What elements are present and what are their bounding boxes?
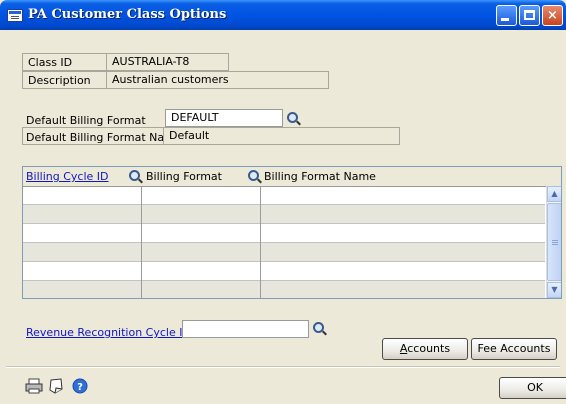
default-billing-format-name-field: Default: [163, 127, 400, 145]
class-id-label: Class ID: [28, 56, 73, 69]
table-row[interactable]: [23, 243, 545, 262]
cell-billing-cycle-id[interactable]: [23, 281, 142, 298]
help-glyph: ?: [77, 382, 83, 393]
cell-billing-format-name[interactable]: [261, 281, 545, 298]
maximize-icon: [524, 10, 535, 20]
revenue-recognition-cycle-id-field[interactable]: [182, 320, 309, 338]
cell-billing-cycle-id[interactable]: [23, 262, 142, 281]
cell-billing-cycle-id[interactable]: [23, 186, 142, 205]
class-id-field: AUSTRALIA-T8: [106, 53, 229, 71]
cell-billing-cycle-id[interactable]: [23, 224, 142, 243]
column-header-billing-cycle-id[interactable]: Billing Cycle ID: [26, 170, 109, 183]
note-icon[interactable]: [47, 377, 65, 395]
cell-billing-format[interactable]: [142, 281, 261, 298]
cell-billing-format[interactable]: [142, 186, 261, 205]
table-row[interactable]: [23, 205, 545, 224]
billing-format-column-lookup-button[interactable]: [245, 168, 262, 185]
scroll-down-button[interactable]: ▼: [547, 282, 561, 298]
lookup-icon: [248, 170, 259, 181]
title-bar[interactable]: PA Customer Class Options ×: [0, 0, 566, 30]
close-button[interactable]: ×: [542, 5, 563, 26]
maximize-button[interactable]: [519, 5, 540, 26]
cell-billing-format[interactable]: [142, 224, 261, 243]
description-field: Australian customers: [106, 71, 329, 89]
grid-vertical-scrollbar[interactable]: ▲ ▼: [546, 186, 561, 298]
cell-billing-format-name[interactable]: [261, 205, 545, 224]
print-icon[interactable]: [25, 378, 43, 394]
table-row[interactable]: [23, 186, 545, 205]
revenue-recognition-cycle-id-link[interactable]: Revenue Recognition Cycle ID: [26, 326, 191, 339]
accounts-button[interactable]: Accounts: [382, 338, 468, 360]
cell-billing-cycle-id[interactable]: [23, 205, 142, 224]
cell-billing-format[interactable]: [142, 205, 261, 224]
scroll-thumb[interactable]: [547, 203, 561, 281]
default-billing-format-name-label: Default Billing Format Name: [26, 131, 182, 144]
lookup-icon: [313, 322, 324, 333]
minimize-icon: [501, 18, 509, 21]
window-title: PA Customer Class Options: [28, 7, 227, 22]
column-header-billing-format-name: Billing Format Name: [264, 170, 376, 183]
footer-divider: [6, 366, 560, 368]
table-row[interactable]: [23, 262, 545, 281]
billing-cycle-grid: Billing Cycle ID Billing Format Billing …: [22, 166, 562, 299]
default-billing-format-label: Default Billing Format: [26, 114, 146, 127]
lookup-icon: [287, 112, 298, 123]
scroll-up-button[interactable]: ▲: [547, 186, 561, 202]
ok-button[interactable]: OK: [499, 377, 566, 399]
column-header-billing-format: Billing Format: [146, 170, 222, 183]
fee-accounts-button[interactable]: Fee Accounts: [471, 338, 557, 360]
close-icon: ×: [547, 8, 558, 23]
cell-billing-format[interactable]: [142, 262, 261, 281]
table-row[interactable]: [23, 281, 545, 298]
cell-billing-format[interactable]: [142, 243, 261, 262]
cell-billing-format-name[interactable]: [261, 186, 545, 205]
grid-header: Billing Cycle ID Billing Format Billing …: [23, 167, 561, 187]
cell-billing-cycle-id[interactable]: [23, 243, 142, 262]
description-label: Description: [28, 74, 91, 87]
table-row[interactable]: [23, 224, 545, 243]
pa-customer-class-options-window: PA Customer Class Options × Class ID AUS…: [0, 0, 566, 404]
cell-billing-format-name[interactable]: [261, 262, 545, 281]
default-billing-format-field[interactable]: DEFAULT: [165, 109, 283, 127]
billing-format-lookup-button[interactable]: [284, 110, 301, 127]
help-icon[interactable]: ?: [72, 378, 88, 394]
grip-icon: [552, 240, 558, 241]
billing-cycle-lookup-button[interactable]: [126, 168, 143, 185]
window-icon[interactable]: [7, 9, 23, 22]
lookup-icon: [129, 170, 140, 181]
accounts-label: ccounts: [407, 342, 451, 355]
cell-billing-format-name[interactable]: [261, 224, 545, 243]
minimize-button[interactable]: [496, 5, 517, 26]
cell-billing-format-name[interactable]: [261, 243, 545, 262]
revenue-recognition-lookup-button[interactable]: [310, 320, 327, 337]
